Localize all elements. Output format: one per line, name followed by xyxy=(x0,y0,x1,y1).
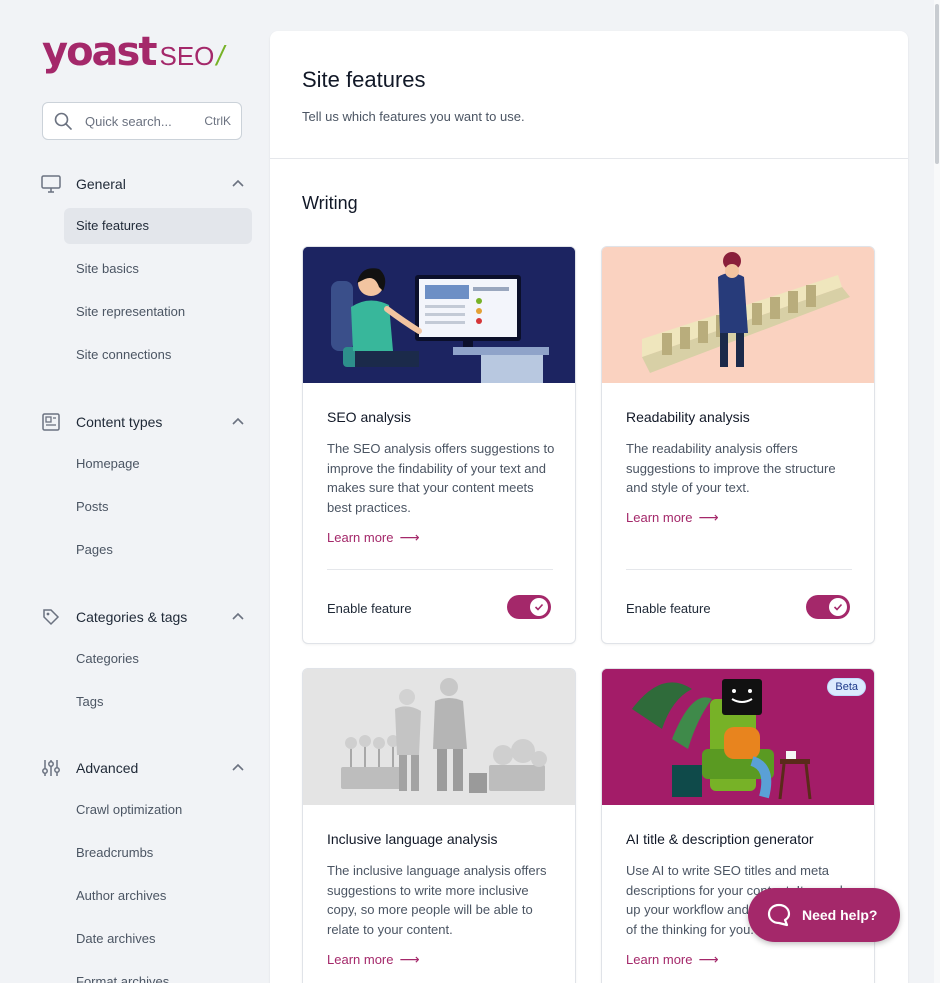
section-title: Writing xyxy=(302,193,358,213)
sidebar-item-site-features[interactable]: Site features xyxy=(64,208,252,244)
sidebar: yoast SEO / Quick search... CtrlK Genera… xyxy=(0,0,270,983)
need-help-button[interactable]: Need help? xyxy=(748,888,900,942)
logo-wordmark: yoast xyxy=(42,29,157,75)
page-scrollbar[interactable] xyxy=(934,0,940,983)
sliders-icon xyxy=(40,757,62,779)
nav-label-general: General xyxy=(76,176,126,192)
enable-feature-toggle[interactable] xyxy=(806,595,850,619)
sidebar-item-pages[interactable]: Pages xyxy=(64,532,252,568)
arrow-right-icon: ⟶ xyxy=(399,951,420,967)
nav-group-content-types: Content types Homepage Posts Pages xyxy=(40,408,252,568)
learn-more-link[interactable]: Learn more ⟶ xyxy=(626,951,719,968)
chevron-up-icon[interactable] xyxy=(230,176,246,192)
page-title: Site features xyxy=(302,67,426,92)
readability-illustration xyxy=(602,247,874,383)
card-description: The readability analysis offers suggesti… xyxy=(626,441,836,495)
search-placeholder: Quick search... xyxy=(85,113,172,129)
chevron-up-icon[interactable] xyxy=(230,414,246,430)
header-divider xyxy=(270,158,908,159)
search-shortcut: CtrlK xyxy=(204,114,231,128)
enable-feature-label: Enable feature xyxy=(327,601,412,616)
card-title: Inclusive language analysis xyxy=(327,831,498,847)
nav-head-categories-tags[interactable]: Categories & tags xyxy=(40,603,252,631)
card-title: SEO analysis xyxy=(327,409,412,425)
check-icon xyxy=(829,598,847,616)
quick-search-input[interactable]: Quick search... CtrlK xyxy=(42,102,242,140)
sidebar-item-site-representation[interactable]: Site representation xyxy=(64,294,252,330)
learn-more-link[interactable]: Learn more ⟶ xyxy=(626,509,719,526)
need-help-label: Need help? xyxy=(802,907,878,923)
document-icon xyxy=(40,411,62,433)
arrow-right-icon: ⟶ xyxy=(399,529,420,545)
learn-more-link[interactable]: Learn more ⟶ xyxy=(327,951,420,968)
chevron-up-icon[interactable] xyxy=(230,760,246,776)
nav-label-content-types: Content types xyxy=(76,414,163,430)
sidebar-item-site-connections[interactable]: Site connections xyxy=(64,337,252,373)
nav-group-general: General Site features Site basics Site r… xyxy=(40,170,252,373)
ai-generator-illustration: Beta xyxy=(602,669,874,805)
card-title: AI title & description generator xyxy=(626,831,814,847)
site-features-panel: Site features Tell us which features you… xyxy=(270,31,908,983)
feature-card-readability-analysis: Readability analysis The readability ana… xyxy=(601,246,875,644)
card-description: The inclusive language analysis offers s… xyxy=(327,863,547,937)
search-icon xyxy=(54,112,72,130)
yoast-logo[interactable]: yoast SEO / xyxy=(42,28,224,76)
nav-head-general[interactable]: General xyxy=(40,170,252,198)
tag-icon xyxy=(40,606,62,628)
arrow-right-icon: ⟶ xyxy=(698,951,719,967)
feature-card-seo-analysis: SEO analysis The SEO analysis offers sug… xyxy=(302,246,576,644)
card-divider xyxy=(327,569,553,570)
beta-badge: Beta xyxy=(827,678,866,696)
sidebar-item-tags[interactable]: Tags xyxy=(64,684,252,720)
sidebar-item-breadcrumbs[interactable]: Breadcrumbs xyxy=(64,835,252,871)
nav-group-categories-tags: Categories & tags Categories Tags xyxy=(40,603,252,720)
sidebar-item-site-basics[interactable]: Site basics xyxy=(64,251,252,287)
nav-label-advanced: Advanced xyxy=(76,760,139,776)
nav-label-categories-tags: Categories & tags xyxy=(76,609,188,625)
sidebar-item-format-archives[interactable]: Format archives xyxy=(64,964,252,983)
sidebar-item-homepage[interactable]: Homepage xyxy=(64,446,252,482)
inclusive-language-illustration xyxy=(303,669,575,805)
enable-feature-label: Enable feature xyxy=(626,601,711,616)
nav-head-content-types[interactable]: Content types xyxy=(40,408,252,436)
arrow-right-icon: ⟶ xyxy=(698,509,719,525)
sidebar-item-author-archives[interactable]: Author archives xyxy=(64,878,252,914)
logo-slash: / xyxy=(216,40,225,71)
sidebar-item-categories[interactable]: Categories xyxy=(64,641,252,677)
check-icon xyxy=(530,598,548,616)
learn-more-label: Learn more xyxy=(327,952,394,967)
page-subtitle: Tell us which features you want to use. xyxy=(302,109,525,124)
seo-analysis-illustration xyxy=(303,247,575,383)
chevron-up-icon[interactable] xyxy=(230,609,246,625)
logo-product: SEO xyxy=(159,41,215,71)
sidebar-item-posts[interactable]: Posts xyxy=(64,489,252,525)
enable-feature-toggle[interactable] xyxy=(507,595,551,619)
scrollbar-thumb[interactable] xyxy=(935,4,939,164)
feature-card-inclusive-language: Inclusive language analysis The inclusiv… xyxy=(302,668,576,983)
learn-more-label: Learn more xyxy=(626,510,693,525)
sidebar-item-crawl-optimization[interactable]: Crawl optimization xyxy=(64,792,252,828)
monitor-icon xyxy=(40,173,62,195)
learn-more-link[interactable]: Learn more ⟶ xyxy=(327,529,420,546)
chat-bubble-icon xyxy=(767,903,791,927)
sidebar-item-date-archives[interactable]: Date archives xyxy=(64,921,252,957)
learn-more-label: Learn more xyxy=(327,530,394,545)
card-divider xyxy=(626,569,852,570)
nav-head-advanced[interactable]: Advanced xyxy=(40,754,252,782)
learn-more-label: Learn more xyxy=(626,952,693,967)
card-description: The SEO analysis offers suggestions to i… xyxy=(327,441,555,515)
card-title: Readability analysis xyxy=(626,409,750,425)
nav-group-advanced: Advanced Crawl optimization Breadcrumbs … xyxy=(40,754,252,983)
